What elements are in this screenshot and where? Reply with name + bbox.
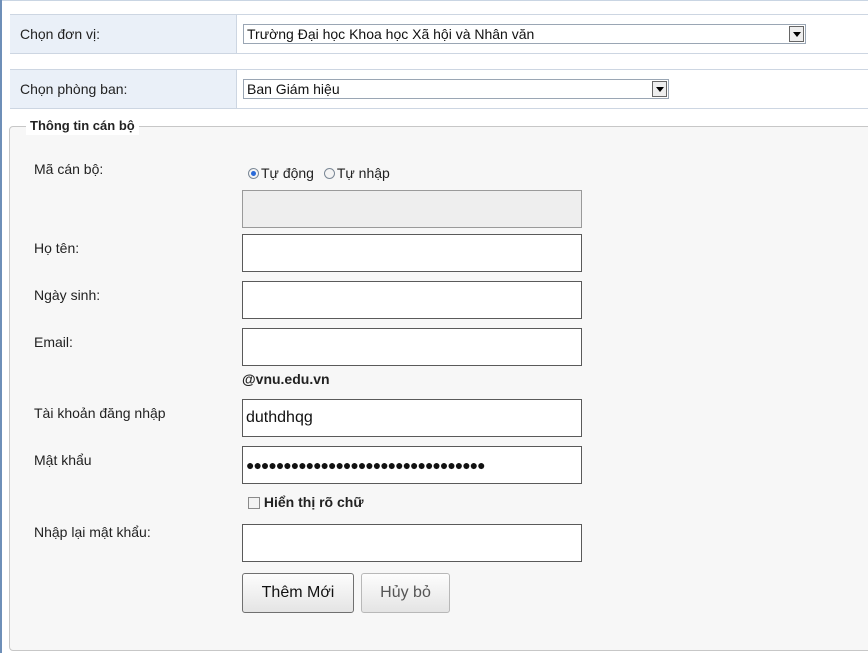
email-input[interactable] [242, 328, 582, 366]
confirm-password-label: Nhập lại mật khẩu: [34, 524, 151, 540]
password-label: Mật khẩu [34, 452, 92, 468]
unit-row: Chọn đơn vị: Trường Đại học Khoa học Xã … [10, 14, 868, 54]
staff-info-legend: Thông tin cán bộ [26, 117, 139, 135]
staff-code-mode-radios: Tự động Tự nhập [248, 165, 396, 185]
top-border [0, 0, 868, 1]
add-new-button[interactable]: Thêm Mới [242, 573, 354, 613]
chevron-down-icon[interactable] [652, 81, 667, 97]
dept-row: Chọn phòng ban: Ban Giám hiệu [10, 69, 868, 109]
left-border [0, 0, 2, 653]
staff-form-page: Chọn đơn vị: Trường Đại học Khoa học Xã … [0, 0, 868, 653]
show-password-toggle[interactable]: Hiển thị rõ chữ [248, 494, 363, 510]
cancel-button[interactable]: Hủy bỏ [361, 573, 450, 613]
staff-code-label: Mã cán bộ: [34, 161, 104, 177]
dept-field-cell: Ban Giám hiệu [236, 70, 868, 108]
unit-select-value: Trường Đại học Khoa học Xã hội và Nhân v… [247, 26, 535, 42]
username-label: Tài khoản đăng nhập [34, 405, 166, 421]
show-password-checkbox[interactable] [248, 497, 260, 509]
username-input[interactable]: duthdhqg [242, 399, 582, 437]
unit-select[interactable]: Trường Đại học Khoa học Xã hội và Nhân v… [243, 24, 806, 44]
show-password-label[interactable]: Hiển thị rõ chữ [264, 494, 364, 510]
dept-select[interactable]: Ban Giám hiệu [243, 79, 669, 99]
full-name-label: Họ tên: [34, 240, 80, 256]
staff-code-input [242, 190, 582, 228]
birth-date-label: Ngày sinh: [34, 287, 101, 303]
radio-manual-label[interactable]: Tự nhập [337, 165, 390, 181]
full-name-input[interactable] [242, 234, 582, 272]
password-input[interactable]: ●●●●●●●●●●●●●●●●●●●●●●●●●●●●●●●● [242, 446, 582, 484]
birth-date-input[interactable] [242, 281, 582, 319]
radio-manual[interactable] [323, 168, 335, 179]
radio-auto[interactable] [248, 168, 259, 179]
confirm-password-input[interactable] [242, 524, 582, 562]
unit-field-cell: Trường Đại học Khoa học Xã hội và Nhân v… [236, 15, 868, 53]
radio-auto-label[interactable]: Tự động [261, 165, 314, 181]
chevron-down-icon[interactable] [789, 26, 804, 42]
email-domain-suffix: @vnu.edu.vn [242, 371, 330, 387]
dept-label: Chọn phòng ban: [20, 81, 128, 97]
email-label: Email: [34, 334, 73, 350]
unit-label: Chọn đơn vị: [20, 26, 101, 42]
dept-select-value: Ban Giám hiệu [247, 81, 340, 97]
